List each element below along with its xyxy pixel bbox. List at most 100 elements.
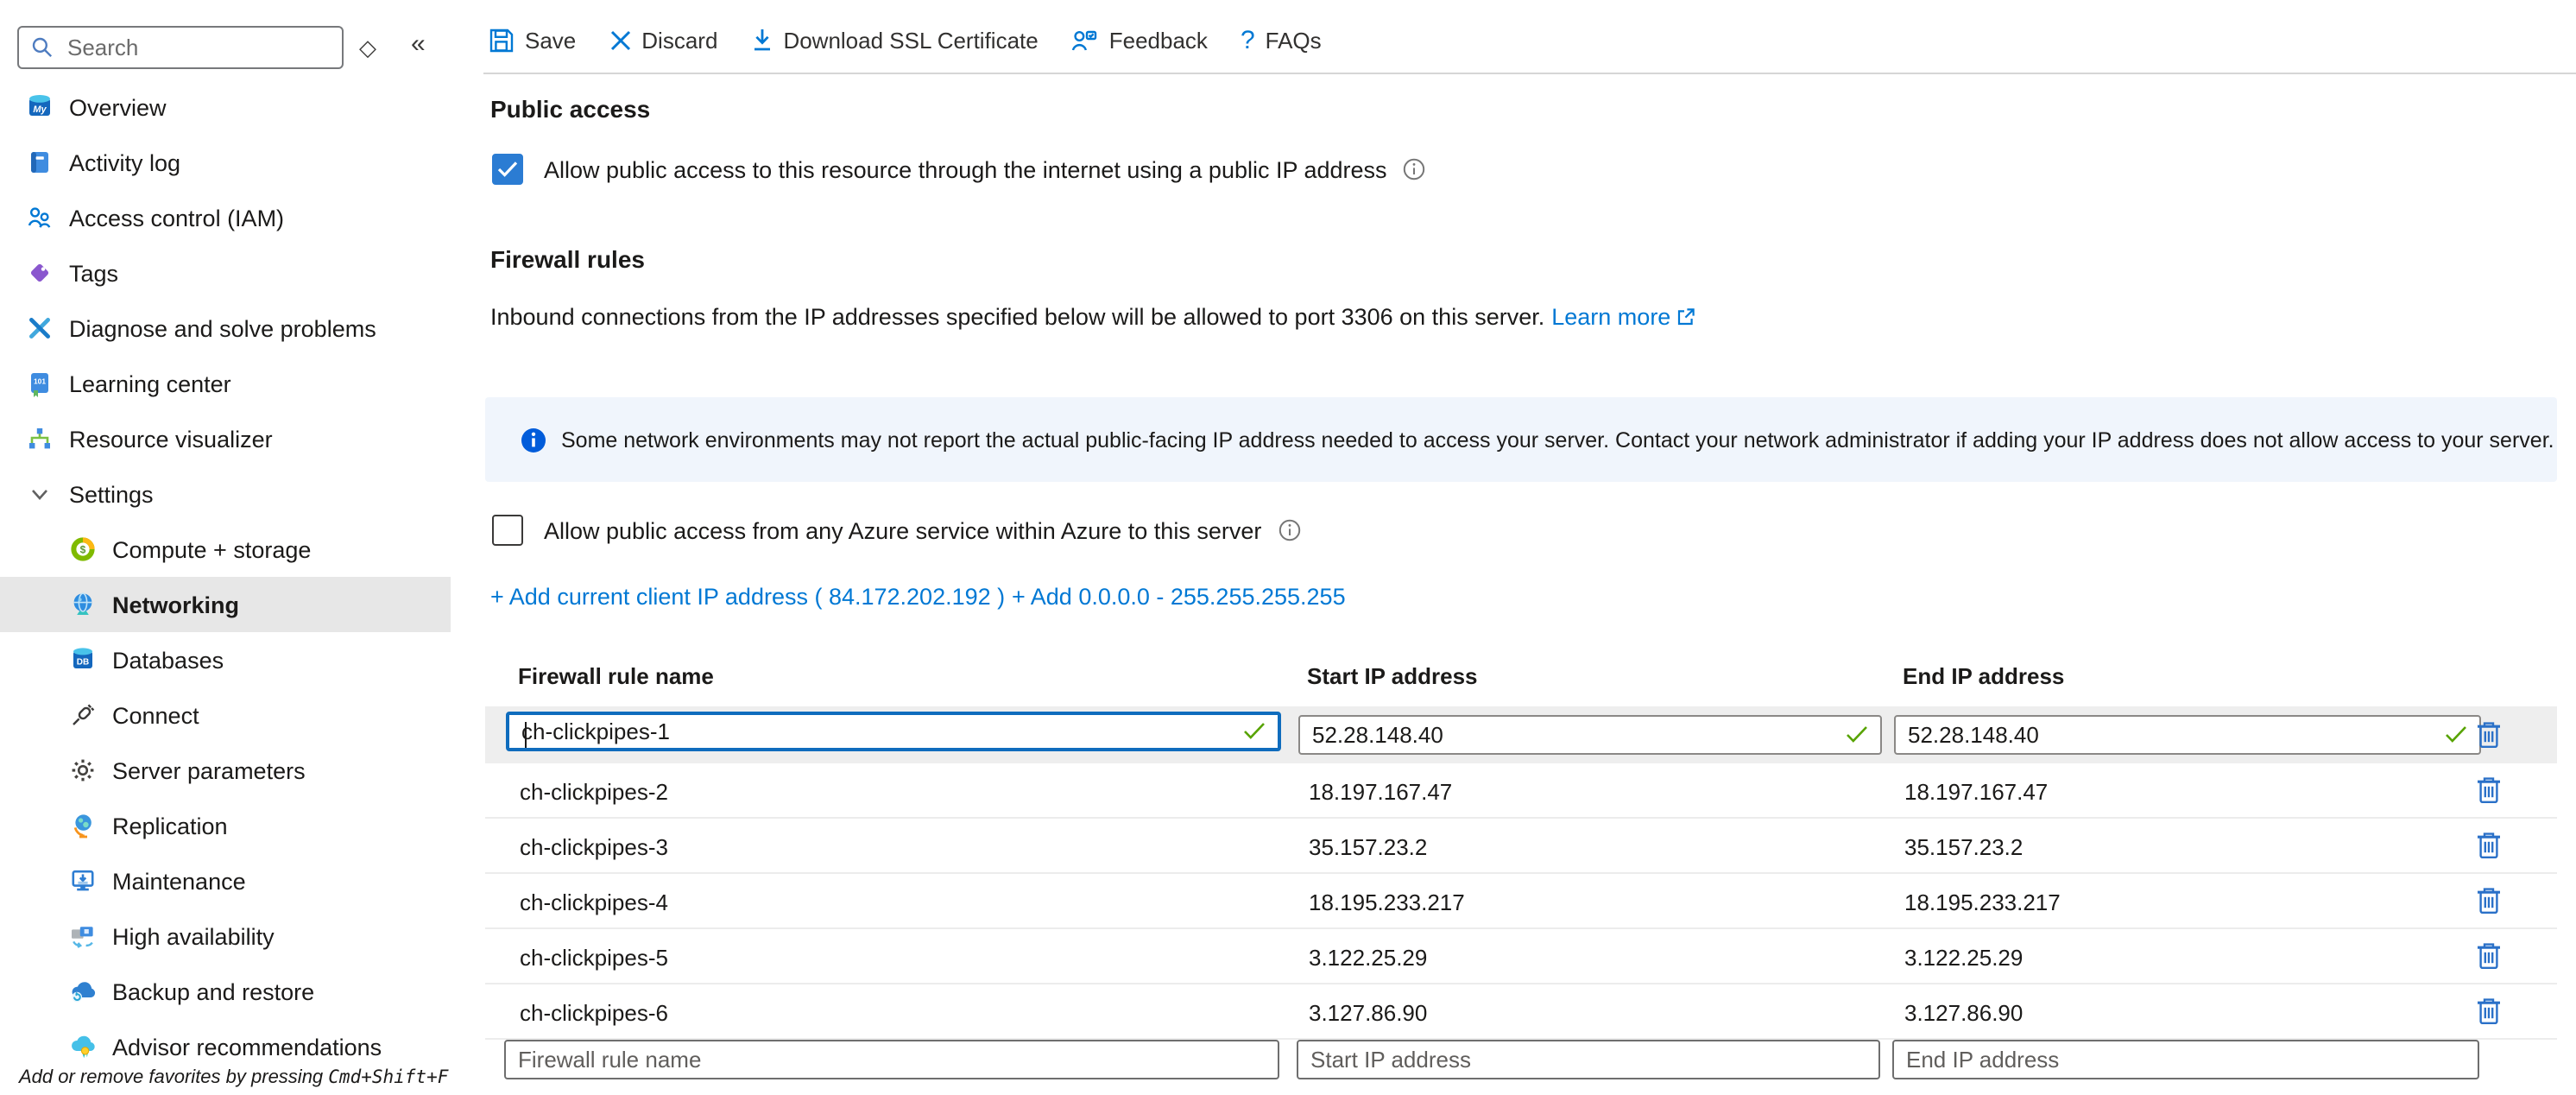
faqs-label: FAQs: [1266, 27, 1322, 53]
feedback-button[interactable]: Feedback: [1071, 27, 1208, 53]
info-banner-text: Some network environments may not report…: [561, 427, 2554, 452]
start-ip-input[interactable]: [1300, 720, 1846, 750]
rule-name-field[interactable]: [506, 712, 1281, 751]
sidebar-item-label: Networking: [112, 592, 239, 617]
add-all-ips-link[interactable]: + Add 0.0.0.0 - 255.255.255.255: [1012, 584, 1346, 610]
delete-rule-button[interactable]: [2474, 720, 2502, 750]
start-ip-field[interactable]: [1298, 715, 1882, 755]
save-button[interactable]: Save: [489, 27, 576, 53]
sidebar-item-server-parameters[interactable]: Server parameters: [0, 743, 451, 798]
learn-more-link[interactable]: Learn more: [1551, 304, 1670, 330]
new-start-ip-input[interactable]: [1298, 1045, 1878, 1074]
sidebar-item-access-control-iam[interactable]: Access control (IAM): [0, 190, 451, 245]
azure-services-checkbox[interactable]: [492, 515, 523, 546]
sidebar-item-settings-group[interactable]: Settings: [0, 466, 451, 522]
sidebar-item-label: Learning center: [69, 370, 231, 396]
sidebar-item-learning-center[interactable]: 101 Learning center: [0, 356, 451, 411]
database-icon: DB: [67, 645, 97, 674]
people-icon: [24, 203, 54, 232]
sidebar-item-label: Resource visualizer: [69, 426, 273, 452]
info-banner-icon: [520, 426, 547, 453]
question-mark-icon: ?: [1241, 25, 1255, 54]
delete-rule-button[interactable]: [2474, 886, 2502, 915]
sidebar-item-label: Diagnose and solve problems: [69, 315, 376, 341]
delete-rule-button[interactable]: [2474, 831, 2502, 860]
new-end-ip-field[interactable]: [1892, 1040, 2479, 1079]
search-input[interactable]: [64, 33, 313, 62]
rule-name-cell: ch-clickpipes-5: [520, 945, 668, 971]
new-rule-row: [483, 1040, 2555, 1083]
new-end-ip-input[interactable]: [1894, 1045, 2478, 1074]
end-ip-field[interactable]: [1894, 715, 2481, 755]
rule-name-input[interactable]: [509, 717, 1243, 746]
sidebar-item-resource-visualizer[interactable]: Resource visualizer: [0, 411, 451, 466]
search-icon: [31, 36, 54, 59]
desk-globe-icon: [67, 811, 97, 840]
sidebar-item-replication[interactable]: Replication: [0, 798, 451, 853]
plug-icon: [67, 700, 97, 730]
delete-rule-button[interactable]: [2474, 997, 2502, 1026]
save-icon: [489, 27, 515, 53]
firewall-rule-row: ch-clickpipes-5 3.122.25.29 3.122.25.29: [485, 929, 2557, 984]
start-ip-cell: 18.197.167.47: [1309, 779, 1452, 805]
info-icon[interactable]: [1277, 518, 1301, 542]
new-rule-name-field[interactable]: [504, 1040, 1279, 1079]
sidebar-item-label: Tags: [69, 260, 118, 286]
external-link-icon: [1676, 307, 1695, 326]
column-header-rule-name: Firewall rule name: [518, 663, 714, 689]
sidebar-item-label: Overview: [69, 94, 167, 120]
sidebar: ◇ « My Overview Activity log Access cont…: [0, 0, 451, 1095]
start-ip-cell: 3.127.86.90: [1309, 1000, 1427, 1026]
new-start-ip-field[interactable]: [1297, 1040, 1880, 1079]
discard-button[interactable]: Discard: [609, 27, 717, 53]
faqs-button[interactable]: ? FAQs: [1241, 25, 1322, 54]
svg-text:101: 101: [33, 377, 45, 385]
sidebar-item-overview[interactable]: My Overview: [0, 79, 451, 135]
discard-label: Discard: [641, 27, 717, 53]
delete-rule-button[interactable]: [2474, 775, 2502, 805]
sidebar-item-diagnose[interactable]: Diagnose and solve problems: [0, 301, 451, 356]
sidebar-item-connect[interactable]: Connect: [0, 687, 451, 743]
search-box[interactable]: [17, 26, 344, 69]
cloud-medal-icon: [67, 1032, 97, 1061]
monitor-download-icon: [67, 866, 97, 896]
sidebar-item-tags[interactable]: Tags: [0, 245, 451, 301]
download-icon: [750, 28, 773, 52]
new-rule-name-input[interactable]: [506, 1045, 1278, 1074]
end-ip-input[interactable]: [1896, 720, 2445, 750]
valid-check-icon: [2445, 725, 2467, 744]
sidebar-item-databases[interactable]: DB Databases: [0, 632, 451, 687]
resource-tree-icon: [24, 424, 54, 453]
public-access-checkbox[interactable]: [492, 154, 523, 185]
column-header-end-ip: End IP address: [1903, 663, 2064, 689]
rule-name-cell: ch-clickpipes-4: [520, 889, 668, 915]
sidebar-item-label: Databases: [112, 647, 224, 673]
sidebar-item-backup-restore[interactable]: Backup and restore: [0, 964, 451, 1019]
add-client-ip-link[interactable]: + Add current client IP address ( 84.172…: [490, 584, 1005, 610]
info-icon[interactable]: [1403, 157, 1427, 181]
trash-icon: [2475, 997, 2501, 1026]
activity-log-book-icon: [24, 148, 54, 177]
azure-services-checkbox-row: Allow public access from any Azure servi…: [492, 515, 1301, 546]
end-ip-cell: 3.127.86.90: [1904, 1000, 2023, 1026]
trash-icon: [2475, 831, 2501, 860]
trash-icon: [2475, 775, 2501, 805]
end-ip-cell: 18.197.167.47: [1904, 779, 2048, 805]
delete-rule-button[interactable]: [2474, 941, 2502, 971]
dock-icon[interactable]: ◇: [359, 36, 376, 59]
sidebar-item-maintenance[interactable]: Maintenance: [0, 853, 451, 908]
sidebar-item-advisor-recommendations[interactable]: Advisor recommendations: [0, 1019, 451, 1074]
checkmark-icon: [497, 161, 518, 178]
download-ssl-certificate-button[interactable]: Download SSL Certificate: [750, 27, 1038, 53]
firewall-rules-heading: Firewall rules: [490, 245, 645, 273]
sidebar-item-label: Compute + storage: [112, 536, 311, 562]
sidebar-item-high-availability[interactable]: High availability: [0, 908, 451, 964]
svg-text:DB: DB: [76, 658, 88, 668]
end-ip-cell: 35.157.23.2: [1904, 834, 2023, 860]
collapse-sidebar-icon[interactable]: «: [411, 33, 426, 55]
sidebar-item-activity-log[interactable]: Activity log: [0, 135, 451, 190]
start-ip-cell: 3.122.25.29: [1309, 945, 1427, 971]
chevron-down-icon: [24, 479, 54, 509]
sidebar-item-compute-storage[interactable]: $ Compute + storage: [0, 522, 451, 577]
sidebar-item-networking[interactable]: Networking: [0, 577, 451, 632]
